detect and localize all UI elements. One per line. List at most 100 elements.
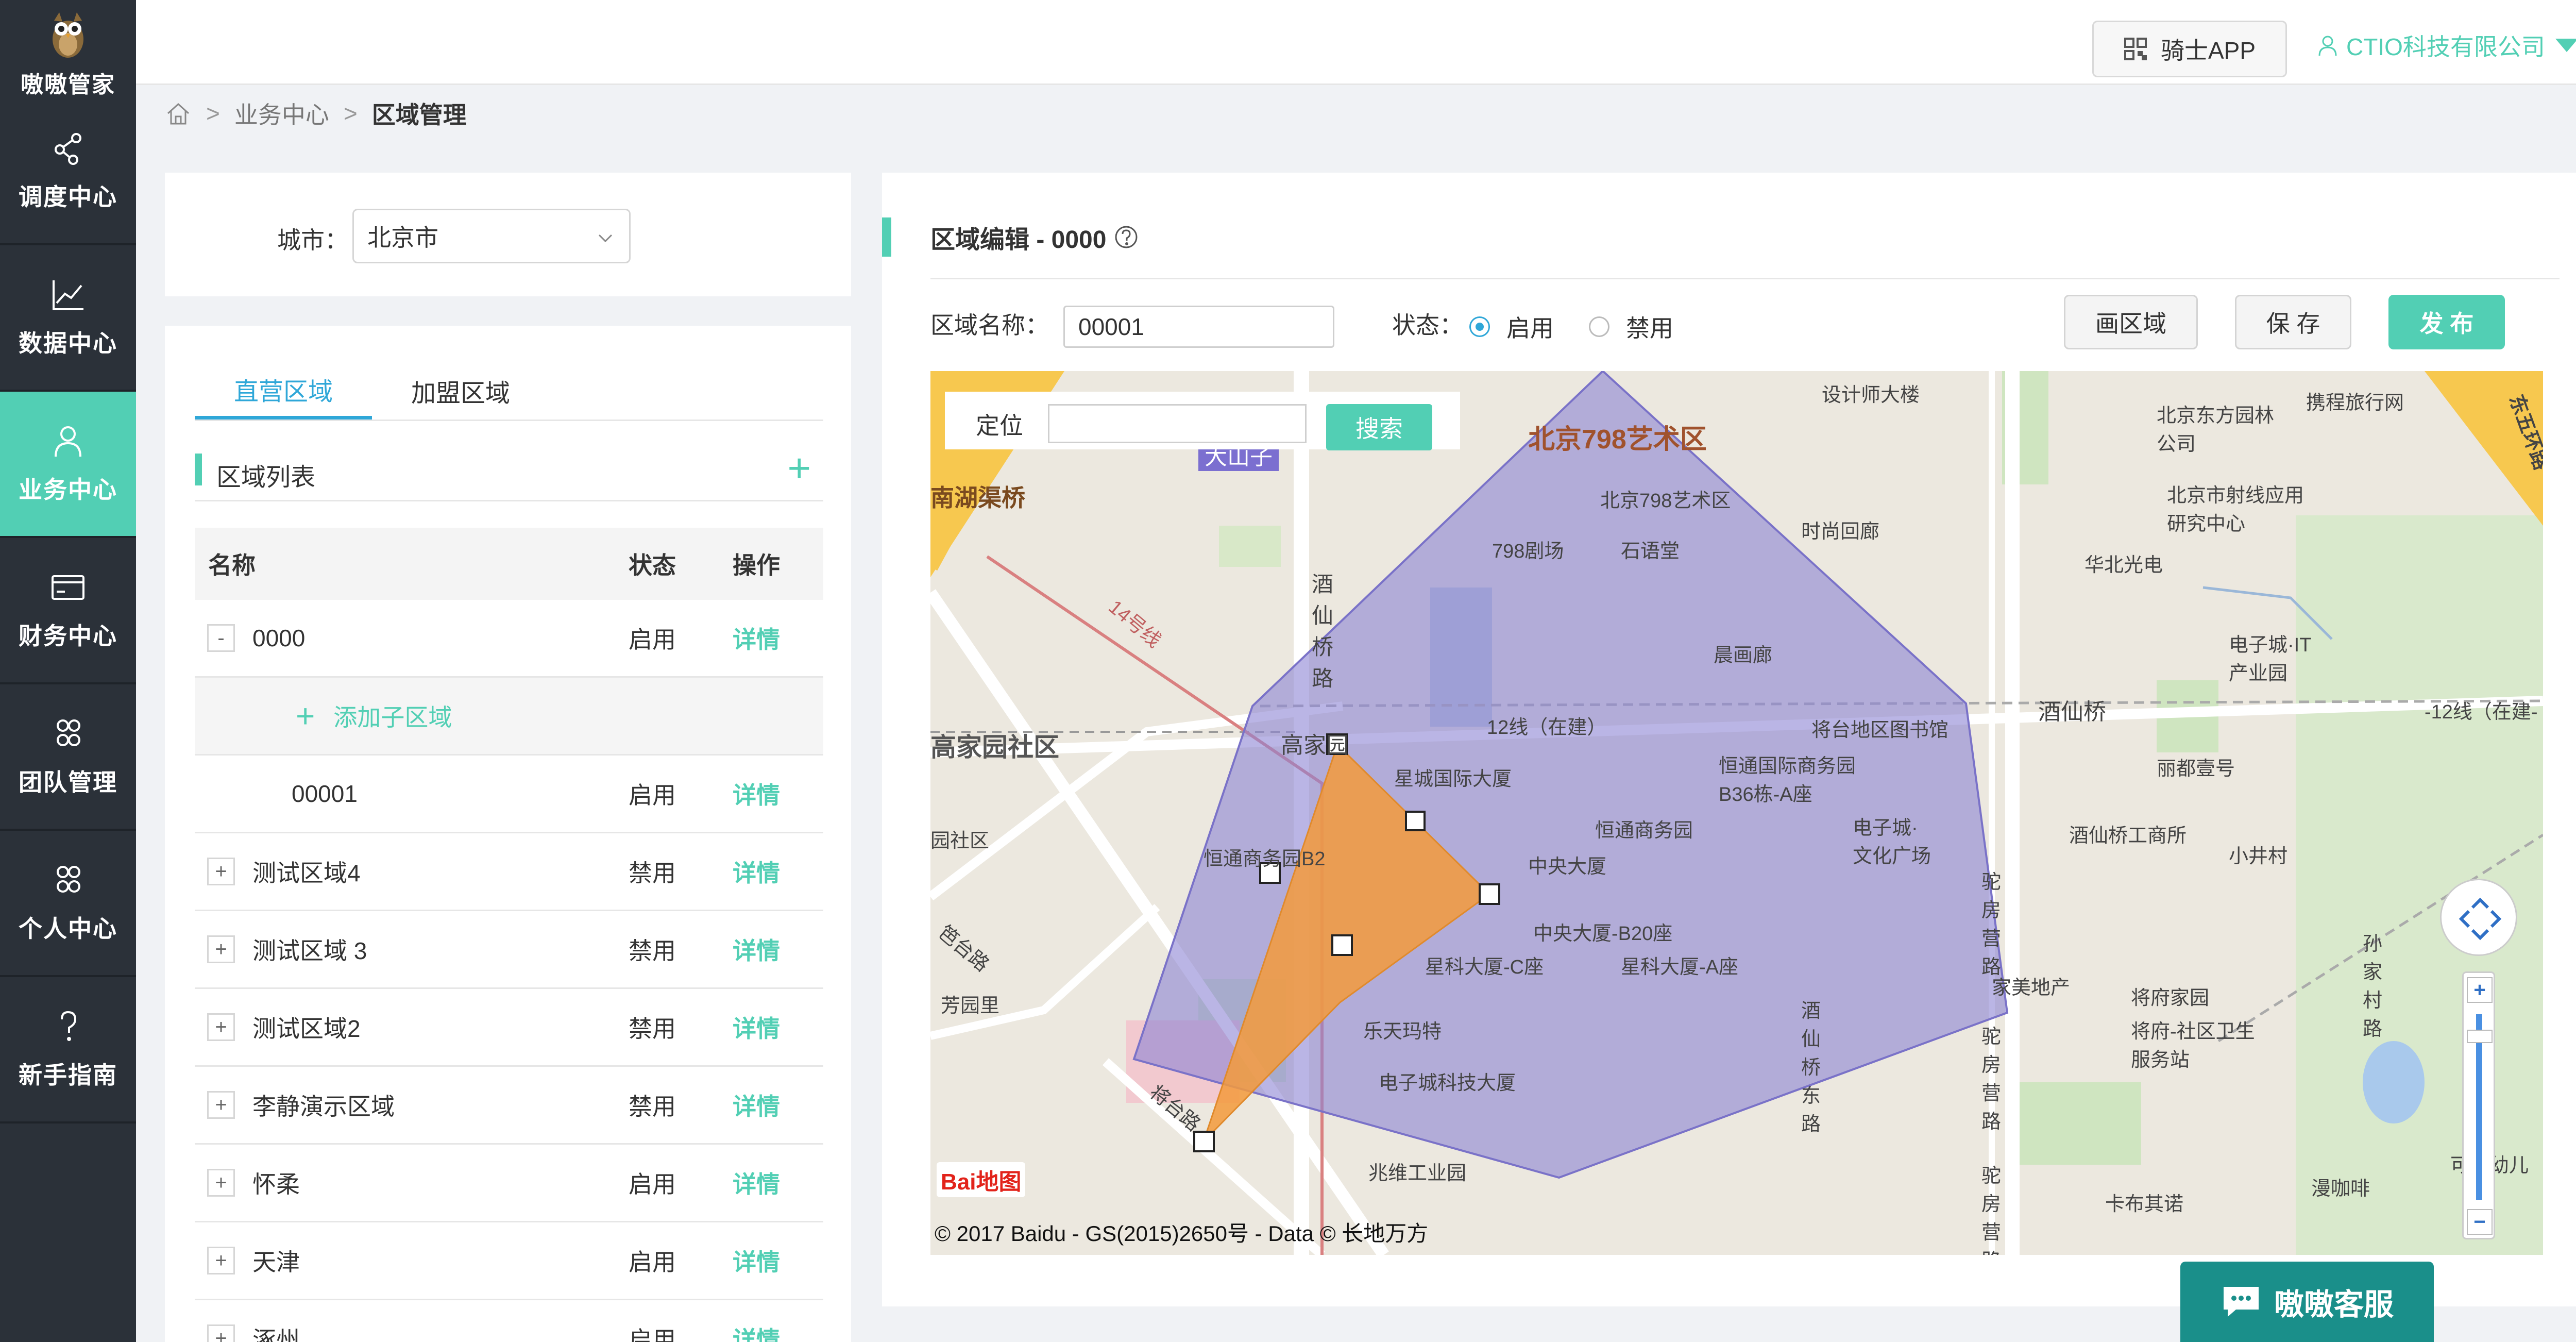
table-row: + 天津 启用 详情 [195, 1222, 823, 1300]
collapse-toggle[interactable]: - [207, 624, 235, 652]
top-header: 骑士APP CTIO科技有限公司 [136, 0, 2576, 85]
sidebar-item-label: 个人中心 [19, 915, 117, 942]
region-name: 涿州 [252, 1327, 300, 1342]
map-label: 星城国际大厦 [1394, 768, 1512, 790]
map-label: 驼房营路 [1981, 1165, 2002, 1255]
expand-toggle[interactable]: + [207, 858, 235, 885]
breadcrumb-separator: > [206, 100, 220, 127]
draw-region-button[interactable]: 画区域 [2064, 295, 2198, 349]
map-label: 酒仙桥 [2038, 699, 2106, 725]
map-label: 孙家村路 [2363, 933, 2383, 1040]
zoom-slider[interactable]: + − [2462, 971, 2495, 1239]
zoom-in-button[interactable]: + [2467, 977, 2493, 1003]
title-accent-bar [882, 217, 891, 257]
status-radio-disabled[interactable]: 禁用 [1589, 310, 1673, 344]
map-label: 石语堂 [1621, 541, 1680, 562]
detail-link[interactable]: 详情 [733, 1088, 780, 1122]
region-name: 测试区域2 [252, 1015, 361, 1042]
save-button[interactable]: 保 存 [2235, 295, 2351, 349]
region-status: 启用 [629, 1249, 676, 1276]
region-editor-card: 区域编辑 - 0000 区域名称： 00001 状态： 启用 禁用 画区域 保 … [882, 173, 2576, 1306]
company-menu[interactable]: CTIO科技有限公司 [2316, 28, 2576, 62]
detail-link[interactable]: 详情 [733, 854, 780, 888]
add-child-button[interactable]: + 添加子区域 [296, 699, 452, 733]
rider-app-button[interactable]: 骑士APP [2092, 21, 2287, 77]
sidebar-item-team[interactable]: 团队管理 [0, 684, 136, 831]
chat-bubble-icon [2223, 1287, 2259, 1317]
expand-toggle[interactable]: + [207, 1324, 235, 1342]
sidebar-item-label: 数据中心 [19, 330, 117, 357]
tab-franchise[interactable]: 加盟区域 [411, 362, 510, 420]
map-pan-control[interactable] [2440, 879, 2517, 956]
map-label: 北京东方园林公司 [2157, 405, 2275, 455]
home-icon[interactable] [165, 100, 192, 127]
app-logo[interactable]: 嗷嗷管家 [0, 0, 136, 99]
table-row: - 0000 启用 详情 [195, 600, 823, 678]
map-canvas[interactable]: 北京798艺术区 大山子 南湖渠桥 高家园社区 北京798艺术区 798剧场 石… [930, 371, 2543, 1255]
map-label: 中央大厦 [1528, 856, 1607, 878]
detail-link[interactable]: 详情 [733, 1321, 780, 1342]
region-name: 测试区域 3 [252, 937, 367, 964]
sidebar-item-guide[interactable]: 新手指南 [0, 977, 136, 1123]
zoom-handle[interactable] [2467, 1030, 2493, 1043]
map-label: 设计师大楼 [1822, 384, 1920, 406]
tab-direct[interactable]: 直营区域 [195, 362, 372, 420]
add-region-icon[interactable]: + [787, 447, 811, 489]
table-row: + 测试区域 3 禁用 详情 [195, 911, 823, 989]
map-label: -12线（在建- [2425, 701, 2538, 723]
detail-link[interactable]: 详情 [733, 1010, 780, 1044]
sidebar-item-data[interactable]: 数据中心 [0, 245, 136, 392]
radio-checked-icon [1469, 316, 1490, 337]
user-icon [55, 426, 81, 457]
expand-toggle[interactable]: + [207, 1247, 235, 1274]
expand-toggle[interactable]: + [207, 1169, 235, 1197]
map-label: 兆维工业园 [1368, 1163, 1467, 1184]
sidebar-item-label: 新手指南 [19, 1062, 117, 1088]
city-select[interactable]: 北京市 [352, 209, 631, 263]
locate-input[interactable] [1048, 404, 1307, 443]
company-name: CTIO科技有限公司 [2346, 33, 2545, 60]
sidebar-item-business[interactable]: 业务中心 [0, 392, 136, 538]
region-name: 00001 [292, 780, 358, 807]
table-row: 00001 启用 详情 [195, 756, 823, 833]
table-row: + 涿州 启用 详情 [195, 1300, 823, 1342]
share-icon [55, 133, 81, 165]
table-row: + 测试区域2 禁用 详情 [195, 989, 823, 1067]
zoom-out-button[interactable]: − [2467, 1209, 2493, 1235]
title-accent-bar [195, 454, 202, 485]
detail-link[interactable]: 详情 [733, 932, 780, 966]
breadcrumb-item-business[interactable]: 业务中心 [234, 96, 329, 130]
map-label: 携程旅行网 [2306, 392, 2404, 414]
status-radio-enabled[interactable]: 启用 [1469, 310, 1554, 344]
sidebar-item-finance[interactable]: 财务中心 [0, 538, 136, 684]
customer-service-button[interactable]: 嗷嗷客服 [2180, 1262, 2434, 1342]
publish-button[interactable]: 发 布 [2388, 295, 2505, 349]
customer-service-label: 嗷嗷客服 [2274, 1288, 2394, 1321]
owl-logo-icon [53, 12, 83, 58]
breadcrumb-separator: > [343, 100, 358, 127]
expand-toggle[interactable]: + [207, 1091, 235, 1119]
status-label: 状态： [1392, 312, 1463, 339]
detail-link[interactable]: 详情 [733, 777, 780, 811]
expand-toggle[interactable]: + [207, 1013, 235, 1041]
column-header-action: 操作 [733, 552, 780, 579]
sidebar-item-dispatch[interactable]: 调度中心 [0, 99, 136, 245]
app-name: 嗷嗷管家 [21, 72, 115, 97]
sidebar: 嗷嗷管家 调度中心 数据中心 业务中心 财务中心 团队管理 个人中心 新手指南 [0, 0, 136, 1342]
expand-toggle[interactable]: + [207, 935, 235, 963]
title-divider [930, 278, 2560, 279]
sidebar-item-label: 业务中心 [19, 476, 117, 503]
region-status: 禁用 [629, 1015, 676, 1042]
region-name-label: 区域名称： [930, 312, 1049, 339]
detail-link[interactable]: 详情 [733, 1166, 780, 1200]
sidebar-item-personal[interactable]: 个人中心 [0, 831, 136, 977]
detail-link[interactable]: 详情 [733, 621, 780, 655]
city-select-value: 北京市 [367, 224, 438, 251]
map-search-button[interactable]: 搜索 [1326, 404, 1432, 450]
question-circle-icon[interactable] [1114, 225, 1138, 249]
region-status: 启用 [629, 1171, 676, 1198]
detail-link[interactable]: 详情 [733, 1244, 780, 1278]
region-list-title: 区域列表 [216, 464, 316, 491]
rider-app-label: 骑士APP [2160, 37, 2256, 64]
region-name-input[interactable]: 00001 [1063, 306, 1334, 348]
